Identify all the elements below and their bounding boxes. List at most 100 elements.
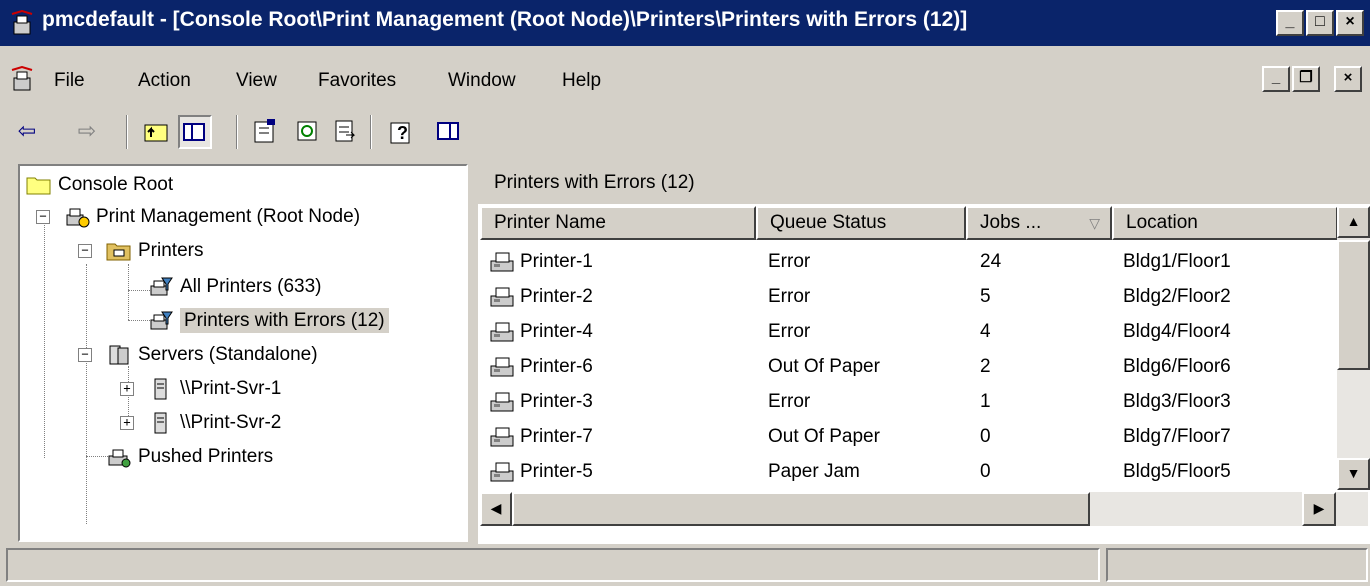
vertical-scrollbar[interactable]: ▲ ▼ [1337, 206, 1370, 490]
results-pane[interactable]: Printers with Errors (12) Printer Name Q… [478, 164, 1370, 544]
show-hide-action-pane-button[interactable] [432, 115, 466, 149]
tree-item-printers[interactable]: Printers [106, 236, 203, 266]
column-jobs[interactable]: Jobs ... ▽ [966, 206, 1112, 240]
scroll-left-button[interactable]: ◀ [480, 492, 512, 526]
column-queue-status[interactable]: Queue Status [756, 206, 966, 240]
cell-printer-name-text: Printer-6 [520, 356, 593, 377]
menu-action[interactable]: Action [138, 70, 191, 92]
minimize-button[interactable]: _ [1276, 10, 1304, 36]
table-row[interactable]: Printer-7 Out Of Paper 0 Bldg7/Floor7 [478, 419, 1336, 454]
cell-printer-name: Printer-1 [488, 244, 593, 279]
printers-folder-icon [106, 243, 131, 261]
cell-jobs: 0 [980, 454, 991, 489]
status-bar-main [6, 548, 1100, 582]
menu-favorites[interactable]: Favorites [318, 70, 396, 92]
column-location[interactable]: Location [1112, 206, 1338, 240]
tree-item-print-svr-2[interactable]: \\Print-Svr-2 [148, 408, 281, 438]
cell-printer-name: Printer-2 [488, 279, 593, 314]
tree-guide [86, 456, 108, 457]
cell-jobs: 2 [980, 349, 991, 384]
maximize-button[interactable]: □ [1306, 10, 1334, 36]
tree-item-print-svr-1[interactable]: \\Print-Svr-1 [148, 374, 281, 404]
tree-guide [44, 214, 45, 458]
menu-help[interactable]: Help [562, 70, 601, 92]
collapse-toggle[interactable]: − [78, 244, 92, 258]
svg-text:?: ? [397, 123, 408, 143]
cell-printer-name: Printer-6 [488, 349, 593, 384]
table-row[interactable]: Printer-5 Paper Jam 0 Bldg5/Floor5 [478, 454, 1336, 489]
tree-item-pushed-printers[interactable]: Pushed Printers [106, 442, 273, 472]
cell-queue-status: Error [768, 314, 810, 349]
tree-item-print-management[interactable]: Print Management (Root Node) [64, 202, 360, 232]
console-tree[interactable]: Console Root − Print Management (Root No… [18, 164, 468, 542]
mdi-minimize-button[interactable]: _ [1262, 66, 1290, 92]
tree-item-printers-with-errors[interactable]: Printers with Errors (12) [148, 306, 389, 336]
collapse-toggle[interactable]: − [78, 348, 92, 362]
cell-printer-name-text: Printer-7 [520, 426, 593, 447]
horizontal-scrollbar[interactable]: ◀ ▶ [480, 492, 1368, 526]
tree-label: Console Root [58, 174, 174, 195]
cell-queue-status-text: Error [768, 321, 811, 342]
cell-printer-name-text: Printer-1 [520, 251, 593, 272]
refresh-button[interactable] [290, 115, 324, 149]
cell-queue-status: Error [768, 244, 810, 279]
tree-label: \\Print-Svr-2 [180, 412, 282, 433]
show-hide-console-tree-button[interactable] [178, 115, 212, 149]
menu-view[interactable]: View [236, 70, 277, 92]
folder-up-icon [144, 124, 168, 142]
table-row[interactable]: Printer-2 Error 5 Bldg2/Floor2 [478, 279, 1336, 314]
horizontal-scroll-thumb[interactable] [512, 492, 1090, 526]
refresh-icon [297, 121, 317, 141]
cell-printer-name-text: Printer-2 [520, 286, 593, 307]
expand-toggle[interactable]: + [120, 382, 134, 396]
table-row[interactable]: Printer-4 Error 4 Bldg4/Floor4 [478, 314, 1336, 349]
cell-printer-name: Printer-5 [488, 454, 593, 489]
cell-printer-name: Printer-3 [488, 384, 593, 419]
cell-location: Bldg4/Floor4 [1123, 314, 1231, 349]
column-printer-name[interactable]: Printer Name [480, 206, 756, 240]
title-bar[interactable]: pmcdefault - [Console Root\Print Managem… [0, 0, 1370, 46]
cell-jobs-text: 4 [980, 321, 991, 342]
mdi-restore-button[interactable]: ❐ [1292, 66, 1320, 92]
scroll-thumb[interactable] [1337, 240, 1370, 370]
results-title: Printers with Errors (12) [494, 172, 695, 193]
properties-button[interactable] [248, 115, 282, 149]
scroll-right-button[interactable]: ▶ [1302, 492, 1336, 526]
close-button[interactable]: × [1336, 10, 1364, 36]
tree-label: Servers (Standalone) [138, 344, 318, 365]
menu-window[interactable]: Window [448, 70, 516, 92]
cell-location-text: Bldg1/Floor1 [1123, 251, 1231, 272]
mdi-close-button[interactable]: × [1334, 66, 1362, 92]
table-row[interactable]: Printer-3 Error 1 Bldg3/Floor3 [478, 384, 1336, 419]
cell-jobs-text: 5 [980, 286, 991, 307]
tree-item-all-printers[interactable]: All Printers (633) [148, 272, 322, 302]
forward-button[interactable]: ⇨ [70, 115, 104, 149]
folder-icon [26, 177, 51, 195]
printer-icon [490, 322, 514, 342]
scroll-down-button[interactable]: ▼ [1337, 458, 1370, 490]
scroll-up-button[interactable]: ▲ [1337, 206, 1370, 238]
table-row[interactable]: Printer-1 Error 24 Bldg1/Floor1 [478, 244, 1336, 279]
tree-label: \\Print-Svr-1 [180, 378, 282, 399]
tree-item-servers[interactable]: Servers (Standalone) [106, 340, 318, 370]
menu-file[interactable]: File [54, 70, 85, 92]
collapse-toggle[interactable]: − [36, 210, 50, 224]
export-list-button[interactable] [328, 115, 362, 149]
cell-jobs: 4 [980, 314, 991, 349]
mdi-child-icon[interactable] [10, 66, 36, 92]
toolbar-separator [236, 115, 238, 149]
cell-printer-name: Printer-7 [488, 419, 593, 454]
back-button[interactable]: ⇦ [10, 115, 44, 149]
printer-icon [490, 392, 514, 412]
servers-icon [109, 345, 129, 365]
table-row[interactable]: Printer-6 Out Of Paper 2 Bldg6/Floor6 [478, 349, 1336, 384]
printer-filter-icon [150, 277, 173, 296]
help-button[interactable]: ? [384, 115, 418, 149]
cell-location-text: Bldg5/Floor5 [1123, 461, 1231, 482]
cell-location: Bldg2/Floor2 [1123, 279, 1231, 314]
tree-label: Print Management (Root Node) [96, 206, 361, 227]
up-one-level-button[interactable] [140, 115, 174, 149]
tree-item-console-root[interactable]: Console Root [26, 170, 173, 200]
cell-jobs: 1 [980, 384, 991, 419]
expand-toggle[interactable]: + [120, 416, 134, 430]
